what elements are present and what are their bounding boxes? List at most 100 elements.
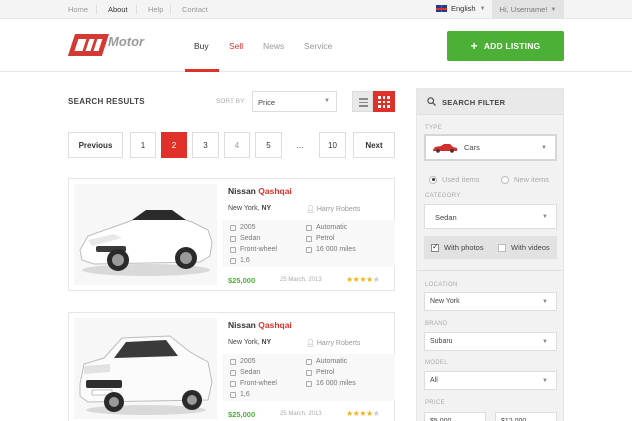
engine-icon: [230, 257, 236, 264]
listing-location: New York, NY: [228, 339, 271, 346]
listing-card[interactable]: Nissan Qashqai New York, NY 👤︎ Harry Rob…: [68, 312, 395, 421]
spec-drive-value: Front-wheel: [240, 380, 277, 387]
page-4[interactable]: 4: [224, 132, 250, 158]
page-5[interactable]: 5: [255, 132, 282, 158]
location-label: LOCATION: [425, 282, 458, 288]
with-videos-label: With videos: [511, 243, 550, 252]
type-value: Cars: [464, 143, 480, 152]
list-view-button[interactable]: [352, 91, 373, 112]
listing-card[interactable]: Nissan Qashqai New York, NY 👤︎ Harry Rob…: [68, 178, 395, 291]
user-icon: 👤︎: [306, 206, 315, 213]
brand-select[interactable]: Subaru ▼: [424, 332, 557, 351]
chevron-down-icon: ▼: [542, 298, 548, 305]
sort-select[interactable]: Price ▼: [252, 91, 337, 112]
top-link-contact[interactable]: Contact: [182, 5, 208, 14]
spec-transmission-value: Automatic: [316, 224, 348, 231]
with-videos-checkbox[interactable]: With videos: [498, 243, 550, 252]
calendar-icon: [230, 358, 236, 365]
spec-year-value: 2005: [240, 224, 256, 231]
price-max-input[interactable]: $12,000: [495, 412, 557, 421]
radio-dot-icon: [429, 175, 437, 184]
pagination-ellipsis: ...: [296, 140, 304, 150]
used-items-radio[interactable]: Used items: [429, 175, 480, 184]
car-photo[interactable]: [74, 318, 217, 419]
chevron-down-icon: ▼: [479, 5, 486, 12]
grid-view-button[interactable]: [373, 91, 395, 112]
language-selector[interactable]: English ▼: [436, 4, 486, 13]
list-view-icon-line: [359, 101, 368, 103]
list-view-icon-line: [359, 105, 368, 107]
spec-transmission: Automatic: [306, 358, 347, 365]
listing-model: Qashqai: [258, 320, 292, 330]
nav-buy[interactable]: Buy: [194, 41, 209, 51]
listing-seller[interactable]: 👤︎ Harry Roberts: [306, 339, 360, 347]
logo-text: Motor: [108, 34, 145, 49]
listing-city: New York,: [228, 205, 260, 212]
main-header: Motor Buy Sell News Service + ADD LISTIN…: [0, 19, 632, 72]
category-value: Sedan: [435, 213, 457, 222]
brand-value: Subaru: [430, 338, 453, 345]
model-label: MODEL: [425, 360, 448, 366]
new-items-radio[interactable]: New items: [501, 175, 549, 184]
listing-specs: 2005 Sedan Front-wheel 1,6 Automatic Pet…: [222, 354, 395, 401]
car-photo[interactable]: [74, 184, 217, 285]
pagination-previous[interactable]: Previous: [68, 132, 123, 158]
engine-icon: [230, 391, 236, 398]
spec-fuel: Petrol: [306, 235, 334, 242]
motor-logo[interactable]: Motor: [68, 31, 160, 59]
page-2[interactable]: 2: [161, 132, 187, 158]
spec-transmission-value: Automatic: [316, 358, 348, 365]
sort-by-label: SORT BY:: [216, 98, 246, 105]
model-value: All: [430, 377, 438, 384]
sort-value: Price: [258, 98, 276, 107]
type-label: TYPE: [425, 125, 442, 131]
listing-price: $25,000: [228, 276, 256, 285]
listing-title[interactable]: Nissan Qashqai: [228, 320, 292, 330]
spec-engine: 1,6: [230, 257, 250, 264]
top-link-help[interactable]: Help: [148, 5, 163, 14]
spec-drive-value: Front-wheel: [240, 246, 277, 253]
page-10[interactable]: 10: [319, 132, 346, 158]
radio-dot-icon: [501, 175, 509, 184]
drive-icon: [230, 380, 236, 387]
search-filter-title: SEARCH FILTER: [442, 98, 506, 107]
spec-drive: Front-wheel: [230, 380, 277, 387]
price-label: PRICE: [425, 400, 445, 406]
used-items-label: Used items: [442, 175, 480, 184]
nav-sell[interactable]: Sell: [229, 41, 243, 51]
location-select[interactable]: New York ▼: [424, 292, 557, 311]
spec-body-value: Sedan: [240, 235, 261, 242]
user-menu[interactable]: Hi, Username! ▼: [492, 0, 564, 19]
media-filter-row: With photos With videos: [424, 236, 557, 259]
nav-news[interactable]: News: [263, 41, 284, 51]
listing-seller[interactable]: 👤︎ Harry Roberts: [306, 205, 360, 213]
drive-icon: [230, 246, 236, 253]
list-view-icon: [359, 98, 368, 100]
add-listing-button[interactable]: + ADD LISTING: [447, 31, 564, 61]
odometer-icon: [306, 246, 312, 253]
type-select[interactable]: Cars ▼: [424, 134, 557, 161]
page-1[interactable]: 1: [130, 132, 156, 158]
spec-year: 2005: [230, 358, 256, 365]
model-select[interactable]: All ▼: [424, 371, 557, 390]
category-select[interactable]: Sedan ▼: [424, 204, 557, 229]
top-link-about[interactable]: About: [108, 5, 128, 14]
page-3[interactable]: 3: [192, 132, 219, 158]
listing-title[interactable]: Nissan Qashqai: [228, 186, 292, 196]
price-min-input[interactable]: $5,000: [424, 412, 486, 421]
nav-service[interactable]: Service: [304, 41, 332, 51]
with-photos-checkbox[interactable]: With photos: [431, 242, 484, 252]
chevron-down-icon: ▼: [550, 6, 557, 13]
active-nav-indicator: [185, 69, 219, 72]
grid-view-icon-dot: [382, 100, 385, 103]
spec-engine-value: 1,6: [240, 391, 250, 398]
grid-view-icon-dot: [387, 96, 390, 99]
language-label: English: [451, 4, 476, 13]
with-photos-label: With photos: [444, 243, 484, 252]
top-link-home[interactable]: Home: [68, 5, 88, 14]
pagination-next[interactable]: Next: [353, 132, 395, 158]
new-items-label: New items: [514, 175, 550, 184]
user-icon: 👤︎: [306, 340, 315, 347]
grid-view-icon-dot: [387, 105, 390, 108]
grid-view-icon-dot: [378, 105, 381, 108]
